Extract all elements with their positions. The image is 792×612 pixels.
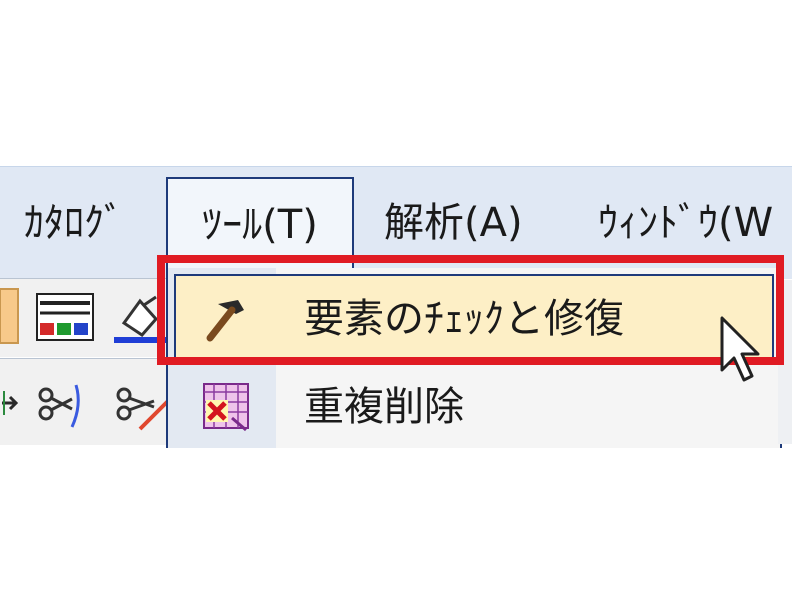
paint-bucket-icon[interactable] [112,293,170,345]
table-grid-icon[interactable] [36,293,96,343]
menu-bar: ｶﾀﾛｸﾞ ﾂｰﾙ(T) 解析(A) ｳｨﾝﾄﾞｳ(W [0,166,792,291]
duplicate-delete-icon [203,383,249,432]
toolbar-row-1 [0,278,170,357]
menu-item-check-and-repair[interactable]: 要素のﾁｪｯｸと修復 [174,274,774,360]
menu-item-label: 重複削除 [304,384,464,430]
menu-catalog[interactable]: ｶﾀﾛｸﾞ [24,167,124,279]
scissors-blue-icon[interactable] [36,379,94,431]
screenshot: ｶﾀﾛｸﾞ ﾂｰﾙ(T) 解析(A) ｳｨﾝﾄﾞｳ(W 要素のﾁｪｯｸと修復 重… [0,0,792,612]
menu-window[interactable]: ｳｨﾝﾄﾞｳ(W [598,167,773,279]
scissors-red-icon[interactable] [114,379,170,431]
menu-item-remove-duplicates[interactable]: 重複削除 [174,364,774,450]
menu-item-label: 要素のﾁｪｯｸと修復 [304,296,624,342]
menu-analysis[interactable]: 解析(A) [384,167,523,279]
toolbar-row-2 [0,358,170,445]
hammer-icon [206,300,244,342]
mouse-pointer-icon [720,316,760,382]
tools-dropdown-menu: 要素のﾁｪｯｸと修復 重複削除 [166,268,782,448]
arrow-partial-icon[interactable] [0,385,20,421]
background-toolbar-edge [778,280,792,444]
partial-toolbar-icon[interactable] [0,285,22,347]
